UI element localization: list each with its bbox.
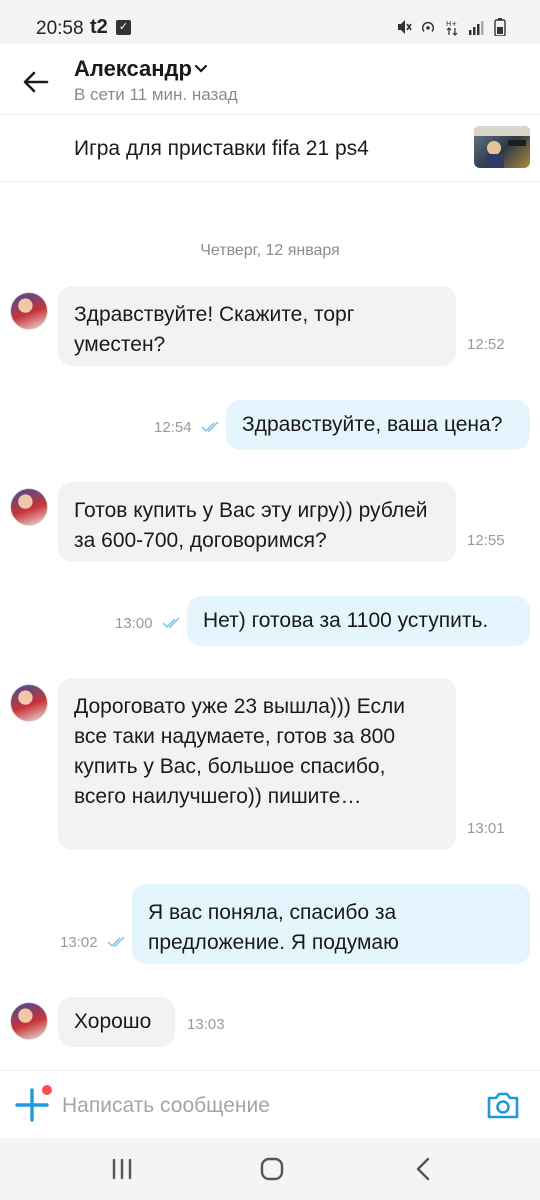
message-time: 12:55	[467, 532, 505, 549]
contact-name[interactable]: Александр	[74, 56, 192, 82]
status-bar: 20:58 t2 ✓ H+	[0, 0, 540, 44]
notification-dot	[42, 1085, 52, 1095]
read-check-icon	[201, 421, 219, 433]
incoming-message[interactable]: Дороговато уже 23 вышла))) Если все таки…	[58, 678, 456, 850]
message-time: 13:02	[60, 934, 98, 951]
listing-thumbnail[interactable]	[474, 126, 530, 168]
contact-status: В сети 11 мин. назад	[74, 85, 238, 104]
message-composer	[0, 1070, 540, 1138]
product-image-icon	[474, 126, 530, 168]
message-time: 13:01	[467, 820, 505, 837]
date-separator: Четверг, 12 января	[200, 242, 340, 259]
data-icon: H+	[446, 20, 458, 36]
message-text: Хорошо	[74, 1010, 152, 1033]
outgoing-message[interactable]: Здравствуйте, ваша цена?	[226, 400, 530, 450]
message-text: Дороговато уже 23 вышла))) Если все таки…	[74, 695, 405, 808]
incoming-message[interactable]: Здравствуйте! Скажите, торг уместен?	[58, 286, 456, 366]
carrier-label: t2	[90, 16, 108, 38]
back-button[interactable]	[18, 64, 54, 100]
contact-avatar[interactable]	[10, 292, 48, 330]
camera-icon[interactable]	[486, 1089, 520, 1121]
read-check-icon	[162, 617, 180, 629]
status-icons: H+	[396, 18, 508, 36]
read-check-icon	[107, 936, 125, 948]
svg-text:H+: H+	[446, 20, 457, 28]
system-nav-bar	[0, 1138, 540, 1200]
message-text: Здравствуйте, ваша цена?	[242, 413, 503, 436]
contact-avatar[interactable]	[10, 684, 48, 722]
incoming-message[interactable]: Готов купить у Вас эту игру)) рублей за …	[58, 482, 456, 562]
chevron-down-icon[interactable]	[193, 60, 209, 76]
outgoing-message[interactable]: Нет) готова за 1100 уступить.	[187, 596, 530, 646]
home-icon[interactable]	[258, 1156, 286, 1182]
recent-apps-icon[interactable]	[108, 1156, 136, 1182]
mute-icon	[398, 20, 412, 34]
status-time: 20:58	[36, 18, 84, 39]
message-time: 12:52	[467, 336, 505, 353]
notification-check-icon: ✓	[116, 20, 131, 35]
message-time: 13:03	[187, 1016, 225, 1033]
chat-header: Александр В сети 11 мин. назад	[0, 44, 540, 114]
message-time: 12:54	[154, 419, 192, 436]
outgoing-message[interactable]: Я вас поняла, спасибо за предложение. Я …	[132, 884, 530, 964]
listing-title[interactable]: Игра для приставки fifa 21 ps4	[74, 137, 369, 161]
back-nav-icon[interactable]	[410, 1156, 438, 1182]
listing-bar[interactable]: Игра для приставки fifa 21 ps4	[0, 114, 540, 182]
message-text: Нет) готова за 1100 уступить.	[203, 609, 489, 632]
message-text: Готов купить у Вас эту игру)) рублей за …	[74, 499, 428, 552]
contact-avatar[interactable]	[10, 488, 48, 526]
incoming-message[interactable]: Хорошо	[58, 997, 175, 1047]
hotspot-icon	[421, 21, 435, 32]
signal-icon	[469, 21, 484, 35]
back-arrow-icon	[23, 71, 49, 93]
message-input[interactable]	[62, 1089, 462, 1123]
contact-avatar[interactable]	[10, 1002, 48, 1040]
message-time: 13:00	[115, 615, 153, 632]
battery-icon	[494, 18, 506, 36]
message-text: Я вас поняла, спасибо за предложение. Я …	[148, 901, 399, 954]
message-text: Здравствуйте! Скажите, торг уместен?	[74, 303, 355, 356]
